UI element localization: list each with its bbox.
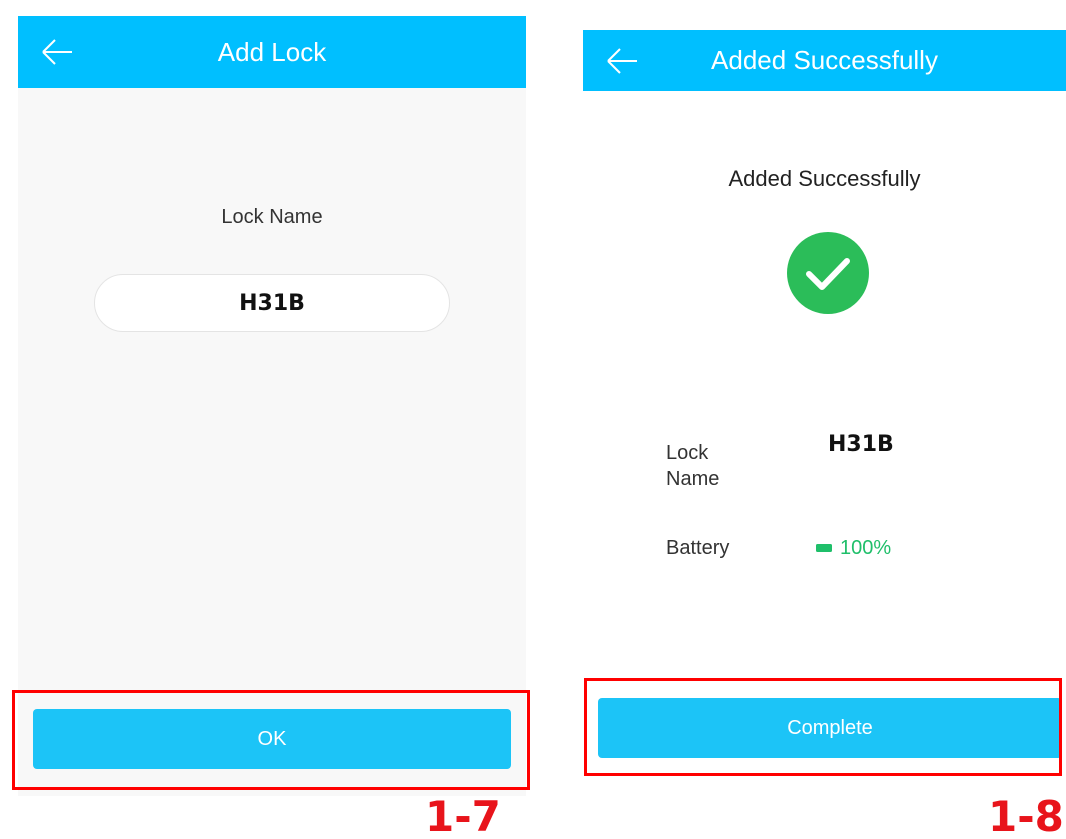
added-successfully-screen: Added Successfully Added Successfully Lo…	[583, 30, 1066, 796]
step-label-1-8: 1-8	[988, 792, 1064, 839]
header: Added Successfully	[583, 30, 1066, 91]
header: Add Lock	[18, 16, 526, 88]
lock-name-value: H31B	[828, 432, 894, 457]
stage: Add Lock Lock Name OK Added Successfully…	[0, 0, 1066, 839]
step-label-1-7: 1-7	[425, 792, 501, 839]
success-heading: Added Successfully	[728, 166, 921, 191]
lock-name-label: Lock Name	[221, 206, 323, 228]
arrow-left-icon[interactable]	[605, 46, 639, 76]
battery-label: Battery	[666, 537, 730, 559]
lock-name-label: Lock Name	[666, 442, 720, 490]
battery-value: 100%	[816, 535, 891, 561]
battery-percent: 100%	[840, 537, 892, 559]
ok-button[interactable]: OK	[33, 709, 511, 769]
add-lock-screen: Add Lock Lock Name OK	[18, 16, 526, 796]
battery-icon	[816, 544, 832, 552]
check-circle-icon	[787, 232, 869, 314]
page-title: Added Successfully	[711, 45, 938, 75]
page-title: Add Lock	[217, 36, 327, 67]
lock-name-input[interactable]	[94, 274, 450, 332]
complete-button[interactable]: Complete	[598, 698, 1062, 758]
arrow-left-icon[interactable]	[40, 37, 74, 67]
